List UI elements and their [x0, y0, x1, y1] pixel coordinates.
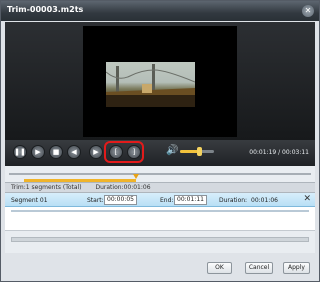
volume-knob[interactable]: [196, 147, 202, 156]
volume-fill: [180, 150, 199, 153]
video-stage: [5, 22, 315, 140]
timeline-track[interactable]: ▴ ▴: [9, 173, 311, 189]
horizontal-scrollbar[interactable]: [11, 237, 309, 242]
apply-button[interactable]: Apply: [283, 262, 310, 274]
end-time-field[interactable]: 00:01:11: [174, 195, 207, 205]
bridge-scene: [106, 64, 195, 107]
cancel-button[interactable]: Cancel: [245, 262, 273, 274]
close-icon[interactable]: ✕: [302, 5, 314, 17]
segments-count: Trim:1 segments (Total): [11, 184, 82, 191]
playhead-marker[interactable]: [132, 174, 139, 179]
delete-segment-icon[interactable]: ✕: [303, 194, 311, 204]
volume-slider[interactable]: [180, 147, 214, 156]
pause-icon[interactable]: ❚❚: [13, 145, 27, 159]
segments-summary: Trim:1 segments (Total) Duration:00:01:0…: [5, 182, 315, 193]
markers-highlight: [104, 141, 144, 163]
segment-row[interactable]: Segment 01 Start: 00:00:05 End: 00:01:11…: [5, 193, 315, 207]
segment-list: Segment 01 Start: 00:00:05 End: 00:01:11…: [5, 193, 315, 231]
ok-button[interactable]: OK: [207, 262, 232, 274]
playback-controls: ❚❚ ▶ ■ ◀ ▶ [ ] 🔊 00:01:19 / 00:03:11: [5, 140, 315, 166]
segment-name: Segment 01: [11, 197, 48, 204]
stop-icon[interactable]: ■: [49, 145, 63, 159]
dialog-footer: OK Cancel Apply: [1, 253, 319, 281]
segments-duration: Duration:00:01:06: [95, 184, 151, 191]
video-preview: [83, 26, 237, 137]
start-time-field[interactable]: 00:00:05: [104, 195, 137, 205]
trim-dialog: Trim-00003.m2ts ✕ ❚❚ ▶ ■ ◀ ▶ [ ] 🔊 00:01…: [0, 0, 320, 282]
duration-label: Duration:: [219, 197, 248, 204]
end-label: End:: [160, 197, 174, 204]
volume-icon[interactable]: 🔊: [166, 145, 178, 156]
previous-frame-icon[interactable]: ◀: [67, 145, 81, 159]
dialog-title: Trim-00003.m2ts: [7, 5, 84, 14]
segment-list-empty-area: [5, 231, 315, 253]
video-frame-image: [106, 62, 195, 107]
next-frame-icon[interactable]: ▶: [89, 145, 103, 159]
segment-duration: 00:01:06: [251, 197, 278, 204]
segment-scroll-track: [11, 210, 309, 212]
play-segment-icon[interactable]: ▶: [31, 145, 45, 159]
start-label: Start:: [87, 197, 104, 204]
title-bar: Trim-00003.m2ts ✕: [1, 1, 319, 21]
trim-timeline[interactable]: ▴ ▴: [5, 166, 315, 189]
timecode: 00:01:19 / 00:03:11: [249, 149, 309, 156]
